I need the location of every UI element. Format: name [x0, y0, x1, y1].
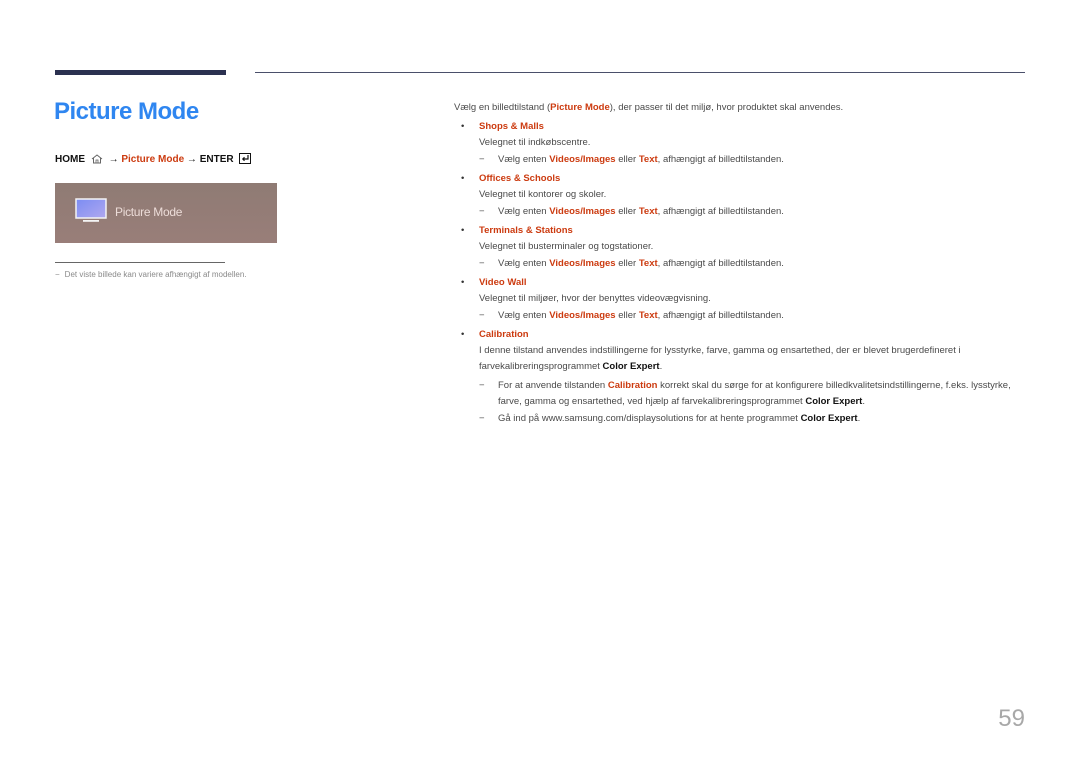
note-text: , afhængigt af billedtilstanden.: [657, 310, 784, 321]
dash-icon: −: [479, 380, 485, 391]
path-enter: ENTER: [199, 154, 234, 165]
note-text: , afhængigt af billedtilstanden.: [657, 206, 784, 217]
color-expert-name: Color Expert: [800, 413, 858, 424]
content-body: Vælg en billedtilstand (Picture Mode), d…: [454, 100, 1034, 430]
item-desc: I denne tilstand anvendes indstillingern…: [479, 343, 1034, 375]
calibration-term: Calibration: [607, 380, 658, 391]
option-videos-images: Videos/Images: [549, 206, 616, 217]
intro-before: Vælg en billedtilstand (: [454, 102, 551, 113]
note-text: eller: [615, 206, 639, 217]
desc-text: I denne tilstand anvendes indstillingern…: [479, 345, 961, 372]
item-desc: Velegnet til miljøer, hvor der benyttes …: [479, 293, 711, 304]
monitor-icon: [75, 198, 107, 225]
header-rule-thin: [255, 72, 1025, 73]
path-arrow: →: [108, 154, 119, 165]
option-text: Text: [638, 310, 658, 321]
calibration-note: − For at anvende tilstanden Calibration …: [479, 378, 1034, 410]
note-text: Vælg enten: [498, 258, 550, 269]
note-text: Vælg enten: [498, 310, 550, 321]
item-note: − Vælg enten Videos/Images eller Text, a…: [479, 204, 1034, 220]
bullet-icon: •: [461, 225, 465, 236]
path-arrow: →: [186, 154, 197, 165]
note-text: eller: [615, 258, 639, 269]
color-expert-name: Color Expert: [805, 396, 863, 407]
intro-text: Vælg en billedtilstand (Picture Mode), d…: [454, 100, 1034, 116]
page-title: Picture Mode: [54, 98, 199, 125]
menu-path: HOME → Picture Mode → ENTER: [55, 153, 254, 167]
panel-label: Picture Mode: [115, 205, 183, 219]
list-item-terminals-stations: • Terminals & Stations Velegnet til bust…: [454, 223, 1034, 272]
note-text: Det viste billede kan variere afhængigt …: [64, 270, 247, 279]
note-dash: −: [55, 270, 60, 279]
option-text: Text: [638, 154, 658, 165]
path-home: HOME: [55, 154, 85, 165]
page-number: 59: [998, 705, 1025, 732]
list-item-video-wall: • Video Wall Velegnet til miljøer, hvor …: [454, 275, 1034, 324]
item-title: Calibration: [479, 329, 529, 340]
intro-highlight: Picture Mode: [550, 102, 610, 113]
item-title: Shops & Malls: [479, 121, 544, 132]
list-item-calibration: • Calibration I denne tilstand anvendes …: [454, 327, 1034, 427]
intro-after: ), der passer til det miljø, hvor produk…: [609, 102, 844, 113]
item-note: − Vælg enten Videos/Images eller Text, a…: [479, 256, 1034, 272]
note-text: Vælg enten: [498, 206, 550, 217]
note-text: For at anvende tilstanden: [498, 380, 608, 391]
note-text: .: [862, 396, 865, 407]
item-title: Offices & Schools: [479, 173, 561, 184]
bullet-icon: •: [461, 173, 465, 184]
dash-icon: −: [479, 413, 485, 424]
note-rule: [55, 262, 225, 263]
dash-icon: −: [479, 154, 485, 165]
item-title: Video Wall: [479, 277, 527, 288]
option-text: Text: [638, 258, 658, 269]
header-rule-thick: [55, 70, 226, 75]
item-desc: Velegnet til kontorer og skoler.: [479, 189, 607, 200]
item-desc: Velegnet til indkøbscentre.: [479, 137, 591, 148]
option-text: Text: [638, 206, 658, 217]
note-text: eller: [615, 310, 639, 321]
note-text: Gå ind på www.samsung.com/displaysolutio…: [498, 413, 801, 424]
color-expert-name: Color Expert: [602, 361, 660, 372]
option-videos-images: Videos/Images: [549, 154, 616, 165]
item-desc: Velegnet til busterminaler og togstation…: [479, 241, 654, 252]
item-note: − Vælg enten Videos/Images eller Text, a…: [479, 308, 1034, 324]
enter-icon: [239, 153, 252, 167]
path-picture-mode: Picture Mode: [121, 154, 185, 165]
download-note: − Gå ind på www.samsung.com/displaysolut…: [479, 411, 1034, 427]
note-text: eller: [615, 154, 639, 165]
note: − Det viste billede kan variere afhængigt…: [55, 270, 247, 279]
item-title: Terminals & Stations: [479, 225, 573, 236]
list-item-shops-malls: • Shops & Malls Velegnet til indkøbscent…: [454, 119, 1034, 168]
picture-mode-panel: Picture Mode: [55, 183, 277, 243]
note-text: Vælg enten: [498, 154, 550, 165]
option-videos-images: Videos/Images: [549, 258, 616, 269]
note-text: , afhængigt af billedtilstanden.: [657, 154, 784, 165]
desc-text: .: [659, 361, 663, 372]
dash-icon: −: [479, 258, 485, 269]
option-videos-images: Videos/Images: [549, 310, 616, 321]
bullet-icon: •: [461, 277, 465, 288]
dash-icon: −: [479, 206, 485, 217]
bullet-icon: •: [461, 329, 465, 340]
home-icon: [91, 154, 103, 167]
note-text: , afhængigt af billedtilstanden.: [657, 258, 784, 269]
note-text: .: [857, 413, 861, 424]
bullet-icon: •: [461, 121, 465, 132]
list-item-offices-schools: • Offices & Schools Velegnet til kontore…: [454, 171, 1034, 220]
item-note: − Vælg enten Videos/Images eller Text, a…: [479, 152, 1034, 168]
dash-icon: −: [479, 310, 485, 321]
